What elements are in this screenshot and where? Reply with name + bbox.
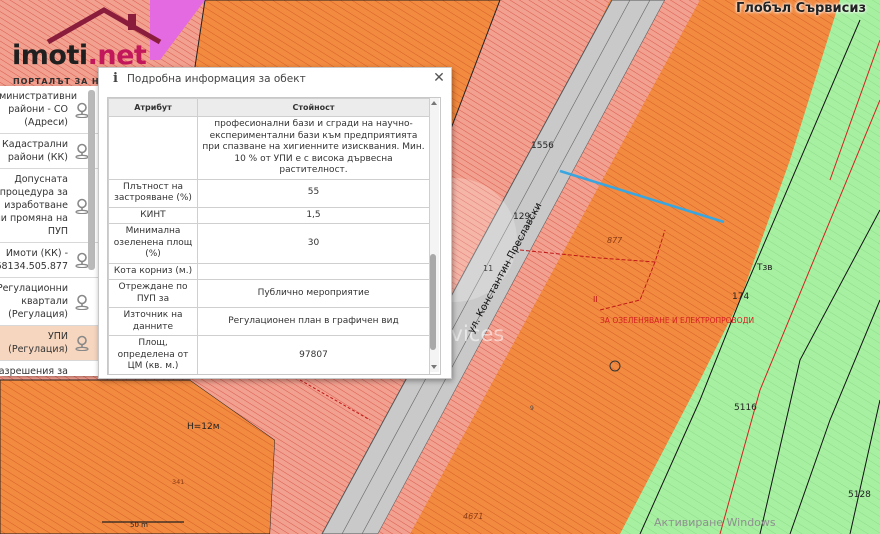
table-row: Отреждане по ПУП за Публично мероприятие [108, 279, 430, 308]
layers-panel: Административни райони - СО (Адреси) Када… [0, 86, 98, 376]
object-info-dialog: i Подробна информация за обект ✕ Атрибут… [98, 67, 452, 379]
height-label: Н=12м [187, 422, 220, 432]
attribute-cell: Минимална озеленена площ (%) [108, 223, 198, 264]
value-cell: 30 [197, 223, 430, 264]
windows-activation-watermark: Активиране Windows [654, 516, 776, 529]
company-name: Глобъл Сървисиз [736, 1, 866, 16]
table-scrollbar[interactable] [430, 98, 439, 372]
layers-scrollbar[interactable] [88, 90, 95, 270]
layer-item-label: Кадастрални райони (КК) [1, 139, 68, 163]
parcel-label: 5116 [734, 403, 757, 413]
value-cell: професионални бази и сгради на научно-ек… [197, 116, 430, 180]
attribute-table-container: Атрибут Стойност професионални бази и сг… [107, 97, 441, 375]
attribute-cell: Кота корниз (м.) [108, 262, 198, 280]
map-pin-icon[interactable] [74, 294, 90, 310]
layer-item[interactable]: УПИ (Регулация) [0, 326, 98, 361]
layer-item-label: Имоти (КК) - 68134.505.877 [0, 248, 68, 272]
attribute-cell [108, 116, 198, 180]
parcel-label: 5128 [848, 490, 871, 500]
value-cell: Публично мероприятие [197, 279, 430, 308]
layer-item[interactable]: Допусната процедура за изработване или п… [0, 169, 98, 243]
layer-item-label: Административни райони - СО (Адреси) [0, 91, 78, 128]
parcel-label: 1556 [531, 141, 554, 151]
parcel-label: 877 [607, 236, 623, 245]
layer-item-label: Разрешения за строеж - зони на такси [0, 366, 68, 376]
column-header-value: Стойност [197, 98, 430, 117]
close-icon[interactable]: ✕ [431, 70, 447, 86]
attribute-cell: КИНТ [108, 206, 198, 224]
table-row: Плътност на застрояване (%) 55 [108, 178, 430, 208]
layer-item[interactable]: Кадастрални райони (КК) [0, 134, 98, 169]
layer-item[interactable]: Административни райони - СО (Адреси) [0, 86, 98, 134]
dialog-header: i Подробна информация за обект ✕ [99, 68, 451, 90]
value-cell [197, 262, 430, 280]
scroll-up-arrow-icon[interactable] [431, 101, 437, 105]
scroll-down-arrow-icon[interactable] [431, 365, 437, 369]
value-cell: 97807 [197, 335, 430, 374]
attribute-cell: Плътност на застрояване (%) [108, 178, 198, 208]
layer-item-label: Регулационни квартали (Регулация) [0, 283, 68, 320]
scale-label: 50 m [130, 521, 148, 529]
table-row: Площ, определена от ЦМ (кв. м.) 97807 [108, 335, 430, 374]
dialog-title: Подробна информация за обект [127, 73, 306, 85]
layer-item[interactable]: Разрешения за строеж - зони на такси [0, 361, 98, 376]
layer-list: Административни райони - СО (Адреси) Када… [0, 86, 98, 376]
attribute-cell: Източник на данните [108, 307, 198, 336]
zone-label: Тзв [756, 263, 773, 273]
parcel-label: 4671 [463, 512, 483, 521]
value-cell: Регулационен план в графичен вид [197, 307, 430, 336]
scroll-thumb[interactable] [430, 254, 436, 350]
parcel-label: 174 [732, 292, 749, 302]
table-row: Кота корниз (м.) [108, 262, 430, 280]
value-cell: 55 [197, 178, 430, 208]
value-cell: 1,5 [197, 206, 430, 224]
table-row: Източник на данните Регулационен план в г… [108, 307, 430, 336]
table-row: Минимална озеленена площ (%) 30 [108, 223, 430, 264]
attribute-cell: Площ, определена от ЦМ (кв. м.) [108, 335, 198, 374]
roman-label: II [593, 295, 598, 304]
map-pin-icon[interactable] [74, 335, 90, 351]
small-label: 9 [530, 405, 534, 412]
zone-note: ЗА ОЗЕЛЕНЯВАНЕ И ЕЛЕКТРОПРОВОДИ [600, 316, 754, 325]
layer-item[interactable]: Имоти (КК) - 68134.505.877 [0, 243, 98, 278]
attribute-table: Атрибут Стойност професионални бази и сг… [108, 98, 430, 374]
info-icon: i [113, 71, 118, 86]
column-header-attribute: Атрибут [108, 98, 198, 117]
table-row: КИНТ 1,5 [108, 206, 430, 224]
small-label: 11 [483, 264, 493, 273]
table-row: професионални бази и сгради на научно-ек… [108, 116, 430, 180]
layer-item[interactable]: Регулационни квартали (Регулация) [0, 278, 98, 326]
small-label: 341 [172, 478, 184, 486]
layer-item-label: УПИ (Регулация) [8, 331, 68, 355]
attribute-cell: Отреждане по ПУП за [108, 279, 198, 308]
layer-item-label: Допусната процедура за изработване или п… [0, 174, 68, 237]
